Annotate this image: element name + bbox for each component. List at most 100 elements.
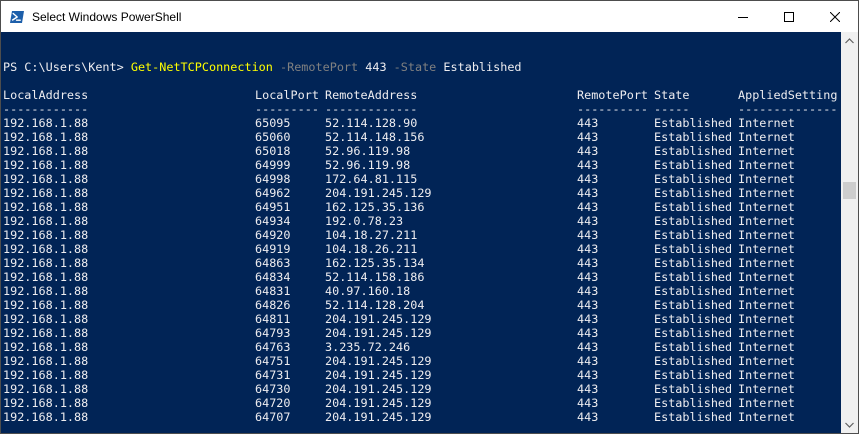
cell-state: Established: [654, 130, 733, 144]
cell-remote-port: 443: [577, 382, 599, 396]
parameter-remote-port: -RemotePort: [280, 60, 359, 74]
cell-local-port: 64707: [255, 410, 291, 424]
cell-remote-address: 52.114.158.186: [325, 270, 425, 284]
scroll-down-button[interactable]: [841, 416, 858, 433]
cell-applied-setting: Internet: [738, 298, 795, 312]
cell-local-address: 192.168.1.88: [3, 340, 89, 354]
parameter-state: -State: [393, 60, 437, 74]
cell-remote-port: 443: [577, 130, 599, 144]
cell-local-address: 192.168.1.88: [3, 144, 89, 158]
console-output[interactable]: PS C:\Users\Kent> Get-NetTCPConnection -…: [1, 32, 841, 433]
cell-local-address: 192.168.1.88: [3, 382, 89, 396]
cell-applied-setting: Internet: [738, 410, 795, 424]
cell-applied-setting: Internet: [738, 396, 795, 410]
cell-remote-address: 204.191.245.129: [325, 312, 432, 326]
cell-applied-setting: Internet: [738, 228, 795, 242]
cell-local-port: 64998: [255, 172, 291, 186]
cell-local-address: 192.168.1.88: [3, 410, 89, 424]
cell-applied-setting: Internet: [738, 214, 795, 228]
underline-state: -----: [654, 102, 690, 116]
cell-remote-port: 443: [577, 354, 599, 368]
table-header: LocalAddress LocalPort RemoteAddress Rem…: [3, 88, 837, 102]
close-button[interactable]: [812, 1, 858, 32]
cell-local-port: 64826: [255, 298, 291, 312]
cell-state: Established: [654, 214, 733, 228]
header-remote-address: RemoteAddress: [325, 88, 418, 102]
cell-applied-setting: Internet: [738, 200, 795, 214]
cell-applied-setting: Internet: [738, 382, 795, 396]
maximize-button[interactable]: [766, 1, 812, 32]
cell-local-port: 65095: [255, 116, 291, 130]
cell-remote-address: 52.96.119.98: [325, 158, 411, 172]
cell-local-port: 64834: [255, 270, 291, 284]
cell-remote-port: 443: [577, 396, 599, 410]
underline-local-address: ------------: [3, 102, 89, 116]
cell-state: Established: [654, 242, 733, 256]
cell-local-port: 64919: [255, 242, 291, 256]
cell-local-address: 192.168.1.88: [3, 116, 89, 130]
cell-state: Established: [654, 172, 733, 186]
cell-local-address: 192.168.1.88: [3, 256, 89, 270]
cell-local-port: 64730: [255, 382, 291, 396]
cell-applied-setting: Internet: [738, 158, 795, 172]
cell-local-address: 192.168.1.88: [3, 368, 89, 382]
cell-remote-address: 162.125.35.134: [325, 256, 425, 270]
cell-applied-setting: Internet: [738, 242, 795, 256]
cell-applied-setting: Internet: [738, 116, 795, 130]
cell-applied-setting: Internet: [738, 256, 795, 270]
cell-local-port: 65018: [255, 144, 291, 158]
cell-local-port: 64793: [255, 326, 291, 340]
scroll-thumb[interactable]: [843, 182, 856, 199]
cell-remote-port: 443: [577, 256, 599, 270]
cell-remote-port: 443: [577, 270, 599, 284]
cell-local-port: 65060: [255, 130, 291, 144]
argument-state: Established: [443, 60, 522, 74]
cell-local-address: 192.168.1.88: [3, 298, 89, 312]
window-title: Select Windows PowerShell: [32, 9, 182, 24]
cell-remote-address: 204.191.245.129: [325, 382, 432, 396]
header-applied-setting: AppliedSetting: [738, 88, 838, 102]
cell-local-address: 192.168.1.88: [3, 312, 89, 326]
cell-local-port: 64731: [255, 368, 291, 382]
scroll-up-button[interactable]: [841, 32, 858, 49]
cell-remote-port: 443: [577, 214, 599, 228]
cell-remote-address: 172.64.81.115: [325, 172, 418, 186]
cell-local-address: 192.168.1.88: [3, 326, 89, 340]
cell-applied-setting: Internet: [738, 270, 795, 284]
cell-state: Established: [654, 340, 733, 354]
minimize-button[interactable]: [720, 1, 766, 32]
prompt: PS C:\Users\Kent>: [3, 60, 131, 74]
cell-remote-address: 104.18.26.211: [325, 242, 418, 256]
cell-local-port: 64962: [255, 186, 291, 200]
cell-applied-setting: Internet: [738, 130, 795, 144]
cell-remote-address: 52.96.119.98: [325, 144, 411, 158]
cell-applied-setting: Internet: [738, 284, 795, 298]
cell-remote-port: 443: [577, 200, 599, 214]
cell-state: Established: [654, 116, 733, 130]
underline-local-port: ---------: [255, 102, 319, 116]
table-header-underline: ------------ --------- ------------- ---…: [3, 102, 837, 116]
cell-remote-port: 443: [577, 410, 599, 424]
cell-remote-port: 443: [577, 186, 599, 200]
cell-remote-port: 443: [577, 144, 599, 158]
cell-remote-port: 443: [577, 312, 599, 326]
cell-remote-address: 52.114.128.90: [325, 116, 418, 130]
title-bar[interactable]: Select Windows PowerShell: [1, 1, 858, 32]
cell-state: Established: [654, 284, 733, 298]
command-line: PS C:\Users\Kent> Get-NetTCPConnection -…: [3, 60, 522, 74]
cell-local-port: 64751: [255, 354, 291, 368]
cell-applied-setting: Internet: [738, 172, 795, 186]
cell-remote-port: 443: [577, 326, 599, 340]
cell-remote-port: 443: [577, 298, 599, 312]
cell-remote-address: 204.191.245.129: [325, 410, 432, 424]
cell-local-address: 192.168.1.88: [3, 228, 89, 242]
powershell-icon: [10, 10, 24, 23]
cell-state: Established: [654, 298, 733, 312]
cell-state: Established: [654, 256, 733, 270]
minimize-icon: [738, 16, 748, 18]
cell-applied-setting: Internet: [738, 340, 795, 354]
cell-local-address: 192.168.1.88: [3, 284, 89, 298]
cell-state: Established: [654, 326, 733, 340]
vertical-scrollbar[interactable]: [841, 32, 858, 433]
underline-remote-port: ----------: [577, 102, 649, 116]
